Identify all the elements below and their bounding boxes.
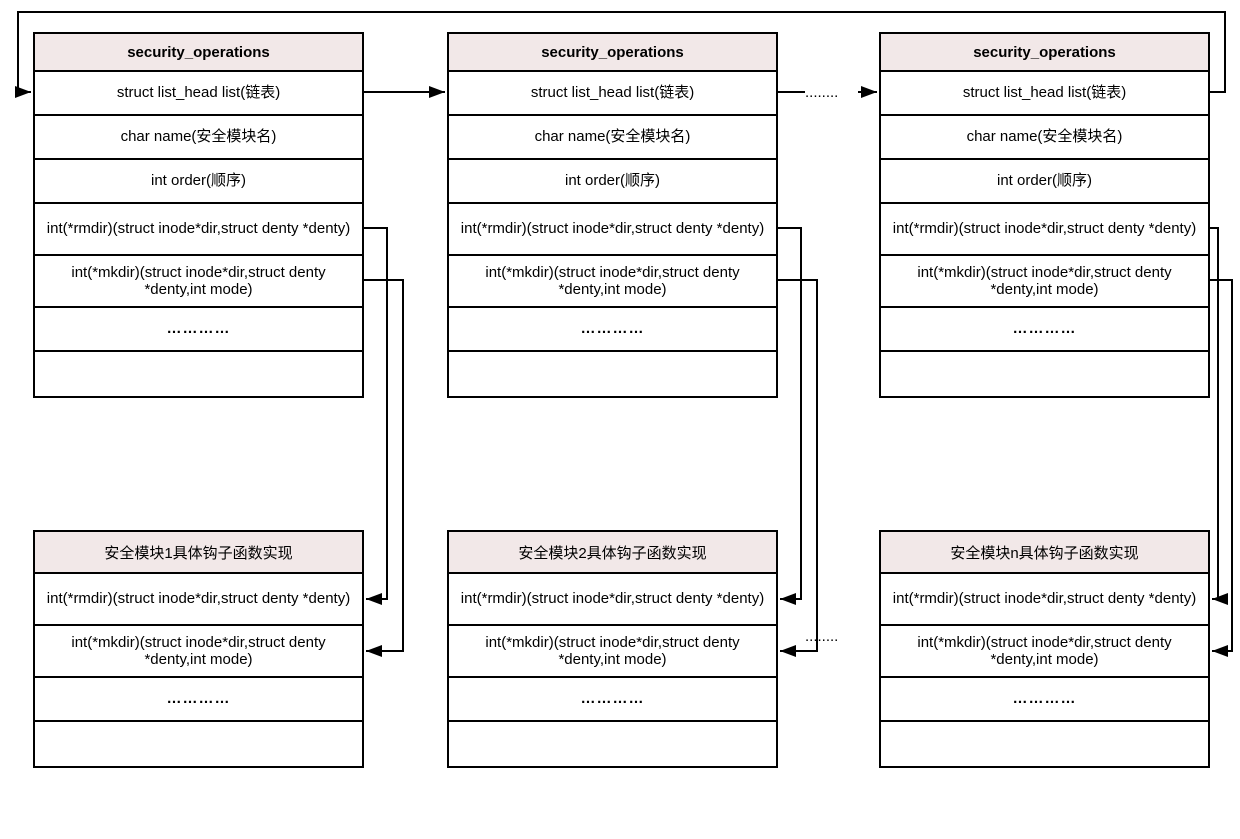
impl-header: 安全模块1具体钩子函数实现 (35, 532, 362, 574)
impl-dots: ………… (881, 678, 1208, 722)
field-rmdir: int(*rmdir)(struct inode*dir,struct dent… (449, 204, 776, 256)
impl-rmdir: int(*rmdir)(struct inode*dir,struct dent… (35, 574, 362, 626)
field-order: int order(顺序) (881, 160, 1208, 204)
diagram-canvas: security_operations struct list_head lis… (0, 0, 1240, 839)
field-dots: ………… (449, 308, 776, 352)
impl-mkdir: int(*mkdir)(struct inode*dir,struct dent… (449, 626, 776, 678)
struct-box-2: security_operations struct list_head lis… (447, 32, 778, 398)
struct-header: security_operations (881, 34, 1208, 72)
field-blank (881, 352, 1208, 396)
field-blank (35, 352, 362, 396)
impl-mkdir: int(*mkdir)(struct inode*dir,struct dent… (881, 626, 1208, 678)
impl-box-1: 安全模块1具体钩子函数实现 int(*rmdir)(struct inode*d… (33, 530, 364, 768)
field-mkdir: int(*mkdir)(struct inode*dir,struct dent… (881, 256, 1208, 308)
struct-box-3: security_operations struct list_head lis… (879, 32, 1210, 398)
ellipsis-top: ........ (805, 84, 838, 101)
field-order: int order(顺序) (449, 160, 776, 204)
field-dots: ………… (35, 308, 362, 352)
impl-box-2: 安全模块2具体钩子函数实现 int(*rmdir)(struct inode*d… (447, 530, 778, 768)
field-mkdir: int(*mkdir)(struct inode*dir,struct dent… (35, 256, 362, 308)
field-blank (449, 352, 776, 396)
impl-dots: ………… (35, 678, 362, 722)
ellipsis-bottom: ........ (805, 628, 838, 645)
field-name: char name(安全模块名) (449, 116, 776, 160)
impl-header: 安全模块n具体钩子函数实现 (881, 532, 1208, 574)
impl-mkdir: int(*mkdir)(struct inode*dir,struct dent… (35, 626, 362, 678)
impl-blank (881, 722, 1208, 766)
impl-blank (35, 722, 362, 766)
field-rmdir: int(*rmdir)(struct inode*dir,struct dent… (35, 204, 362, 256)
field-order: int order(顺序) (35, 160, 362, 204)
field-list: struct list_head list(链表) (449, 72, 776, 116)
field-list: struct list_head list(链表) (881, 72, 1208, 116)
field-mkdir: int(*mkdir)(struct inode*dir,struct dent… (449, 256, 776, 308)
field-dots: ………… (881, 308, 1208, 352)
struct-box-1: security_operations struct list_head lis… (33, 32, 364, 398)
impl-rmdir: int(*rmdir)(struct inode*dir,struct dent… (881, 574, 1208, 626)
field-name: char name(安全模块名) (35, 116, 362, 160)
field-rmdir: int(*rmdir)(struct inode*dir,struct dent… (881, 204, 1208, 256)
impl-dots: ………… (449, 678, 776, 722)
struct-header: security_operations (35, 34, 362, 72)
field-name: char name(安全模块名) (881, 116, 1208, 160)
struct-header: security_operations (449, 34, 776, 72)
impl-blank (449, 722, 776, 766)
impl-header: 安全模块2具体钩子函数实现 (449, 532, 776, 574)
impl-rmdir: int(*rmdir)(struct inode*dir,struct dent… (449, 574, 776, 626)
field-list: struct list_head list(链表) (35, 72, 362, 116)
impl-box-n: 安全模块n具体钩子函数实现 int(*rmdir)(struct inode*d… (879, 530, 1210, 768)
